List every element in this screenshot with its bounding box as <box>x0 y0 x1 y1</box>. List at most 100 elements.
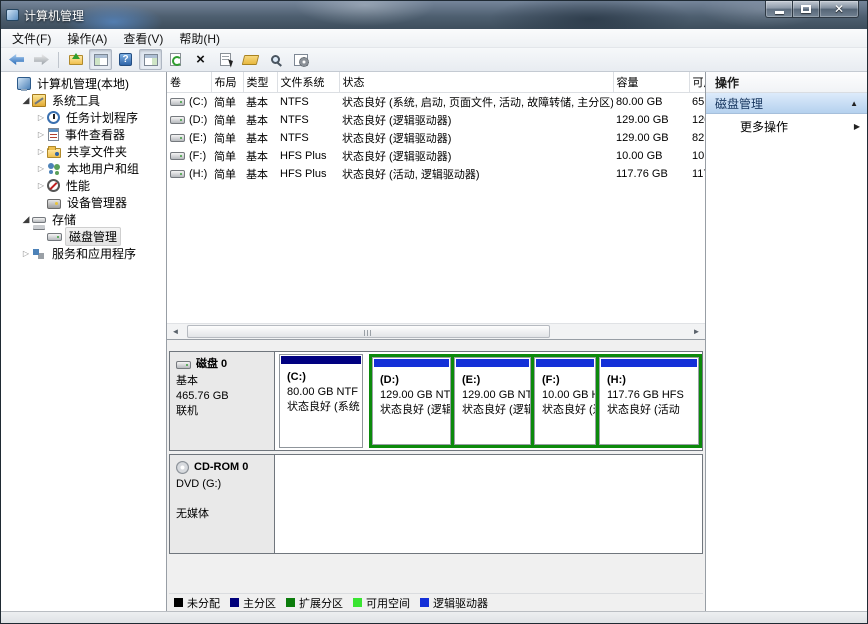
type-cell: 基本 <box>243 165 277 183</box>
partition-drive-letter: (H:) <box>607 373 695 388</box>
filesystem-cell: NTFS <box>277 111 339 129</box>
status-cell: 状态良好 (活动, 逻辑驱动器) <box>339 165 613 183</box>
partition-status: 状态良好 (系统 <box>287 400 359 415</box>
tree-item-performance[interactable]: ▷性能 <box>3 177 166 194</box>
tree-item-local-users[interactable]: ▷本地用户和组 <box>3 160 166 177</box>
find-button[interactable] <box>264 49 287 70</box>
horizontal-scrollbar[interactable]: ◄ ► <box>167 323 705 339</box>
partition-block-D[interactable]: (D:)129.00 GB NT状态良好 (逻辑 <box>372 357 451 445</box>
cdrom-info[interactable]: CD-ROM 0 DVD (G:) 无媒体 <box>170 455 275 553</box>
volume-icon <box>170 98 185 106</box>
properties-icon <box>220 53 231 66</box>
properties-button[interactable] <box>214 49 237 70</box>
type-cell: 基本 <box>243 93 277 112</box>
help-icon: ? <box>119 53 132 66</box>
partition-block-F[interactable]: (F:)10.00 GB H状态良好 (逻 <box>534 357 596 445</box>
expander-collapsed-icon[interactable]: ▷ <box>20 249 32 258</box>
volume-row-H[interactable]: (H:)简单基本HFS Plus状态良好 (活动, 逻辑驱动器)117.76 G… <box>167 165 705 183</box>
back-icon <box>9 54 24 65</box>
open-folder-button[interactable] <box>239 49 262 70</box>
menu-item-2[interactable]: 查看(V) <box>115 28 171 49</box>
capacity-cell: 10.00 GB <box>613 147 689 165</box>
delete-button[interactable]: × <box>189 49 212 70</box>
tree-item-storage[interactable]: ◢ 存储 <box>3 211 166 228</box>
disk-icon <box>176 361 191 369</box>
event-viewer-icon <box>48 128 59 141</box>
expander-expanded-icon[interactable]: ◢ <box>20 95 32 106</box>
up-folder-button[interactable] <box>64 49 87 70</box>
expander-collapsed-icon[interactable]: ▷ <box>35 113 47 122</box>
tree-item-label: 存储 <box>49 211 79 228</box>
legend-label: 未分配 <box>187 595 220 611</box>
column-header-0[interactable]: 卷 <box>167 72 211 93</box>
expander-collapsed-icon[interactable]: ▷ <box>35 164 47 173</box>
action-pane-button[interactable] <box>139 49 162 70</box>
legend-item-未分配: 未分配 <box>174 595 220 611</box>
help-button[interactable]: ? <box>114 49 137 70</box>
back-button[interactable] <box>5 49 28 70</box>
expander-expanded-icon[interactable]: ◢ <box>20 214 32 225</box>
legend-label: 逻辑驱动器 <box>433 595 488 611</box>
menu-item-1[interactable]: 操作(A) <box>59 28 115 49</box>
forward-icon <box>34 54 49 65</box>
close-button[interactable]: ✕ <box>819 1 859 18</box>
volume-row-D[interactable]: (D:)简单基本NTFS状态良好 (逻辑驱动器)129.00 GB120. <box>167 111 705 129</box>
volume-row-F[interactable]: (F:)简单基本HFS Plus状态良好 (逻辑驱动器)10.00 GB10.0 <box>167 147 705 165</box>
scroll-right-button[interactable]: ► <box>688 324 705 339</box>
partition-block-E[interactable]: (E:)129.00 GB NTF状态良好 (逻辑 <box>454 357 531 445</box>
column-header-3[interactable]: 文件系统 <box>277 72 339 93</box>
partition-status: 状态良好 (逻 <box>542 403 592 418</box>
capacity-cell: 80.00 GB <box>613 93 689 112</box>
close-icon: ✕ <box>834 3 844 15</box>
expander-collapsed-icon[interactable]: ▷ <box>35 147 47 156</box>
free-cell: 82.0 <box>689 129 705 147</box>
partition-block-H[interactable]: (H:)117.76 GB HFS状态良好 (活动 <box>599 357 699 445</box>
snapin-settings-button[interactable] <box>289 49 312 70</box>
tree-item-system-tools[interactable]: ◢系统工具 <box>3 92 166 109</box>
delete-icon: × <box>196 52 205 67</box>
column-header-1[interactable]: 布局 <box>211 72 243 93</box>
menu-item-3[interactable]: 帮助(H) <box>171 28 228 49</box>
column-header-5[interactable]: 容量 <box>613 72 689 93</box>
tree-item-event-viewer[interactable]: ▷事件查看器 <box>3 126 166 143</box>
actions-section-disk-management[interactable]: 磁盘管理 ▲ <box>706 93 867 114</box>
partition-drive-letter: (E:) <box>462 373 527 388</box>
disk0-name: 磁盘 0 <box>196 357 227 372</box>
volume-row-C[interactable]: (C:)简单基本NTFS状态良好 (系统, 启动, 页面文件, 活动, 故障转储… <box>167 93 705 112</box>
disk0-info[interactable]: 磁盘 0 基本 465.76 GB 联机 <box>170 352 275 450</box>
volume-name: (D:) <box>189 114 207 126</box>
window-bottom-border <box>1 611 867 623</box>
performance-icon <box>47 179 60 192</box>
legend-color-swatch <box>286 598 295 607</box>
forward-button[interactable] <box>30 49 53 70</box>
refresh-button[interactable] <box>164 49 187 70</box>
tree-item-computer[interactable]: 计算机管理(本地) <box>3 75 166 92</box>
scroll-left-button[interactable]: ◄ <box>167 324 184 339</box>
scrollbar-track[interactable] <box>184 324 688 339</box>
partition-block-C[interactable]: (C:)80.00 GB NTF状态良好 (系统 <box>279 354 363 448</box>
tree-item-shared-folders[interactable]: ▷共享文件夹 <box>3 143 166 160</box>
volume-icon <box>170 170 185 178</box>
more-actions-item[interactable]: 更多操作 ▶ <box>706 114 867 139</box>
main-content: 计算机管理(本地)◢系统工具▷任务计划程序▷事件查看器▷共享文件夹▷本地用户和组… <box>1 72 867 611</box>
scrollbar-thumb[interactable] <box>187 325 550 338</box>
tree-item-disk-management[interactable]: 磁盘管理 <box>3 228 166 245</box>
console-tree-button[interactable] <box>89 49 112 70</box>
maximize-button[interactable] <box>792 1 820 18</box>
cdrom-row: CD-ROM 0 DVD (G:) 无媒体 <box>169 454 703 554</box>
graphical-view-pane: 磁盘 0 基本 465.76 GB 联机 (C:)80.00 GB NTF状态良… <box>167 345 705 611</box>
tree-item-device-manager[interactable]: 设备管理器 <box>3 194 166 211</box>
expander-collapsed-icon[interactable]: ▷ <box>35 181 47 190</box>
collapse-arrow-icon[interactable]: ▲ <box>850 99 858 108</box>
expander-collapsed-icon[interactable]: ▷ <box>35 130 47 139</box>
tree-item-task-scheduler[interactable]: ▷任务计划程序 <box>3 109 166 126</box>
menu-item-0[interactable]: 文件(F) <box>4 28 59 49</box>
column-header-4[interactable]: 状态 <box>339 72 613 93</box>
column-header-2[interactable]: 类型 <box>243 72 277 93</box>
volume-row-E[interactable]: (E:)简单基本NTFS状态良好 (逻辑驱动器)129.00 GB82.0 <box>167 129 705 147</box>
column-header-6[interactable]: 可用 <box>689 72 705 93</box>
disk0-status: 联机 <box>176 404 268 419</box>
tree-item-services-apps[interactable]: ▷服务和应用程序 <box>3 245 166 262</box>
disk0-partitions: (C:)80.00 GB NTF状态良好 (系统(D:)129.00 GB NT… <box>275 352 702 450</box>
minimize-button[interactable] <box>765 1 793 18</box>
